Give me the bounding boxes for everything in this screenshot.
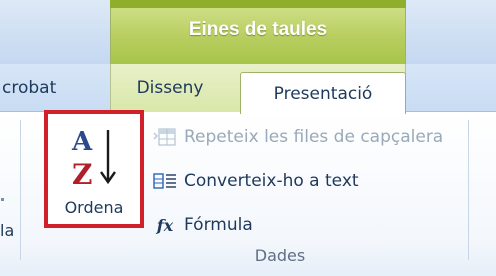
sort-az-icon: A Z: [71, 127, 116, 191]
repeat-header-rows-label: Repeteix les files de capçalera: [184, 127, 444, 147]
table-tools-accent: [110, 0, 406, 8]
group-right-divider: [468, 120, 469, 260]
table-tools-title: Eines de taules: [188, 19, 328, 40]
repeat-header-rows-icon: [152, 127, 178, 147]
formula-fx-icon: fx: [156, 215, 174, 235]
group-divider: [20, 120, 21, 260]
left-group-marker: [1, 198, 4, 201]
convert-to-text-label: Converteix-ho a text: [184, 171, 359, 191]
convert-to-text-button[interactable]: Converteix-ho a text: [152, 168, 359, 194]
tab-presentacio[interactable]: Presentació: [240, 72, 406, 114]
svg-text:A: A: [71, 127, 93, 157]
formula-button[interactable]: fx Fórmula: [152, 212, 253, 238]
group-label-dades: Dades: [254, 246, 306, 265]
convert-to-text-icon: [152, 171, 178, 191]
left-partial-label[interactable]: la: [0, 221, 14, 240]
repeat-header-rows-button[interactable]: Repeteix les files de capçalera: [152, 124, 443, 150]
formula-label: Fórmula: [184, 215, 253, 235]
svg-text:Z: Z: [72, 158, 92, 191]
tab-acrobat[interactable]: crobat: [0, 64, 92, 112]
tab-disseny[interactable]: Disseny: [120, 64, 220, 112]
sort-button[interactable]: A Z Ordena: [44, 110, 144, 228]
sort-button-label: Ordena: [64, 198, 124, 217]
